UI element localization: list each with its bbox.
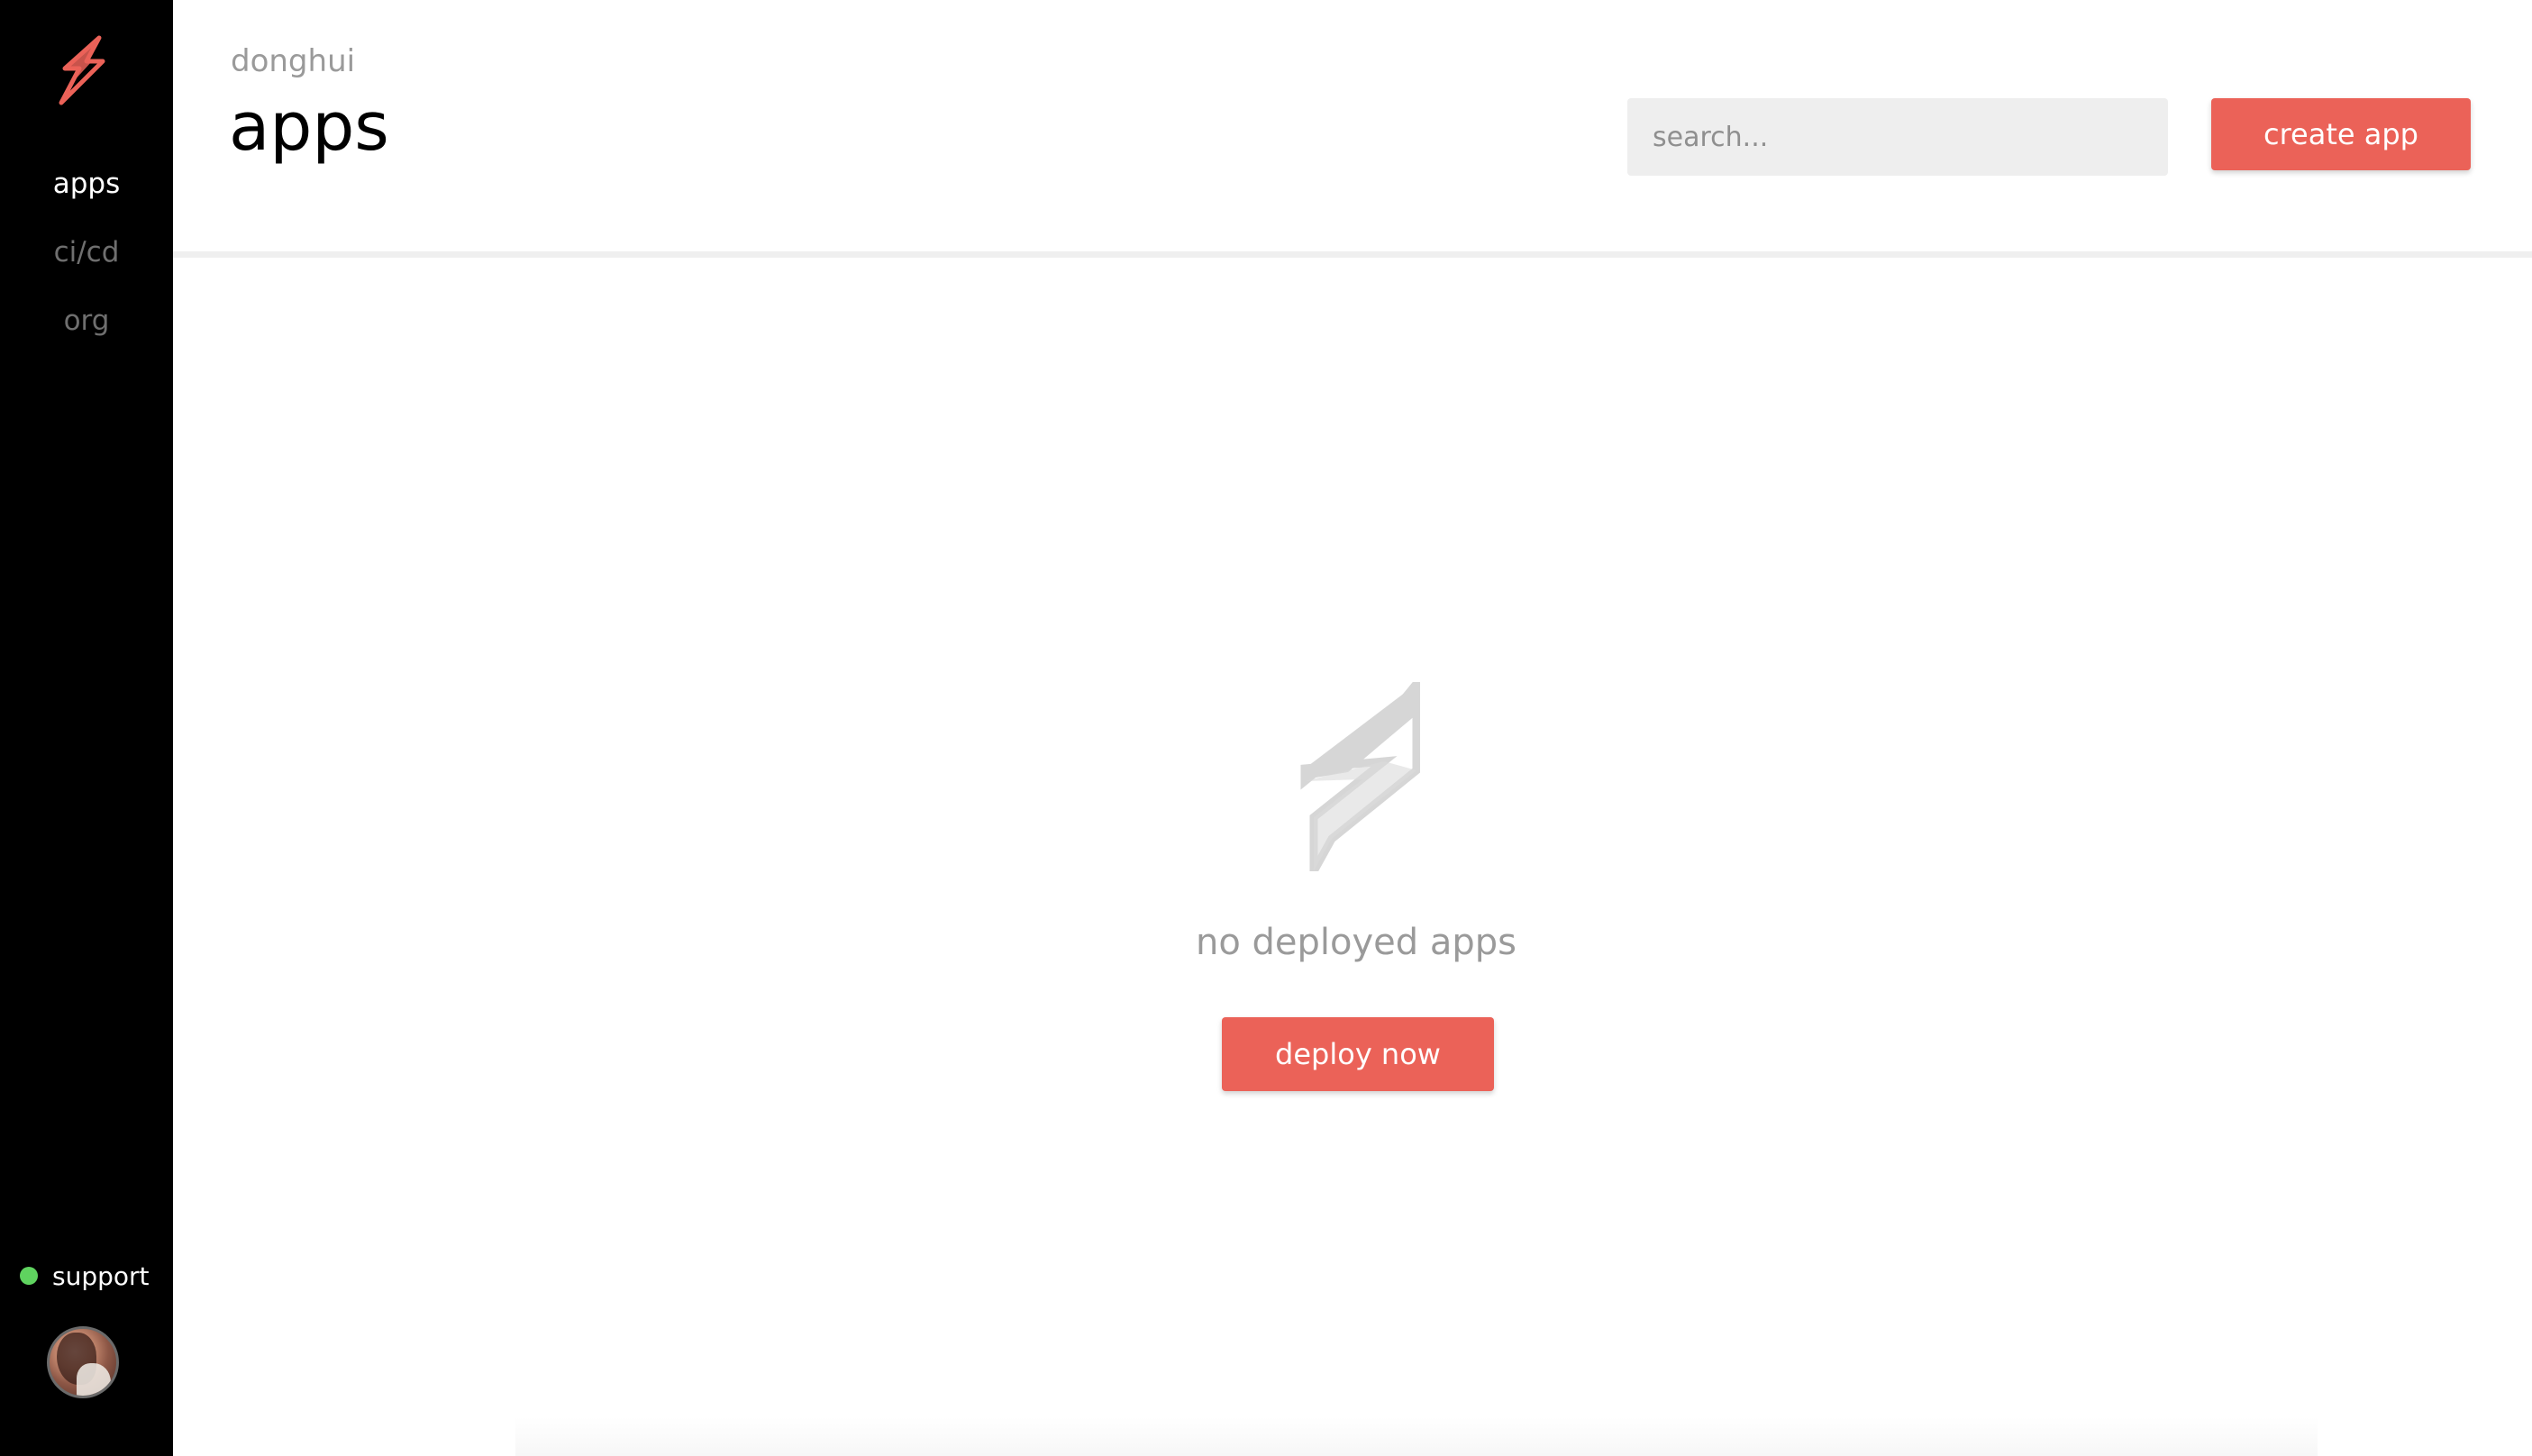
avatar-shirt bbox=[77, 1363, 111, 1396]
support-label: support bbox=[52, 1260, 150, 1291]
page-header: donghui apps create app bbox=[173, 0, 2532, 258]
bottom-fade bbox=[515, 1417, 2318, 1456]
create-app-button[interactable]: create app bbox=[2211, 98, 2471, 170]
page-title: apps bbox=[229, 88, 389, 166]
deploy-now-button[interactable]: deploy now bbox=[1222, 1017, 1494, 1091]
sidebar-item-ci-cd[interactable]: ci/cd bbox=[0, 234, 173, 270]
lightning-bolt-icon[interactable] bbox=[52, 34, 114, 108]
sidebar-item-apps[interactable]: apps bbox=[0, 166, 173, 202]
sidebar-item-org[interactable]: org bbox=[0, 303, 173, 339]
lightning-bolt-outline-icon bbox=[1300, 682, 1420, 871]
org-name: donghui bbox=[231, 43, 356, 79]
main-content: no deployed apps deploy now bbox=[173, 264, 2532, 1456]
sidebar: apps ci/cd org support bbox=[0, 0, 173, 1456]
search-input[interactable] bbox=[1627, 98, 2168, 176]
support-link[interactable]: support bbox=[20, 1258, 150, 1294]
status-online-dot bbox=[20, 1267, 38, 1285]
user-avatar[interactable] bbox=[47, 1326, 119, 1398]
empty-state-message: no deployed apps bbox=[1195, 922, 1517, 963]
